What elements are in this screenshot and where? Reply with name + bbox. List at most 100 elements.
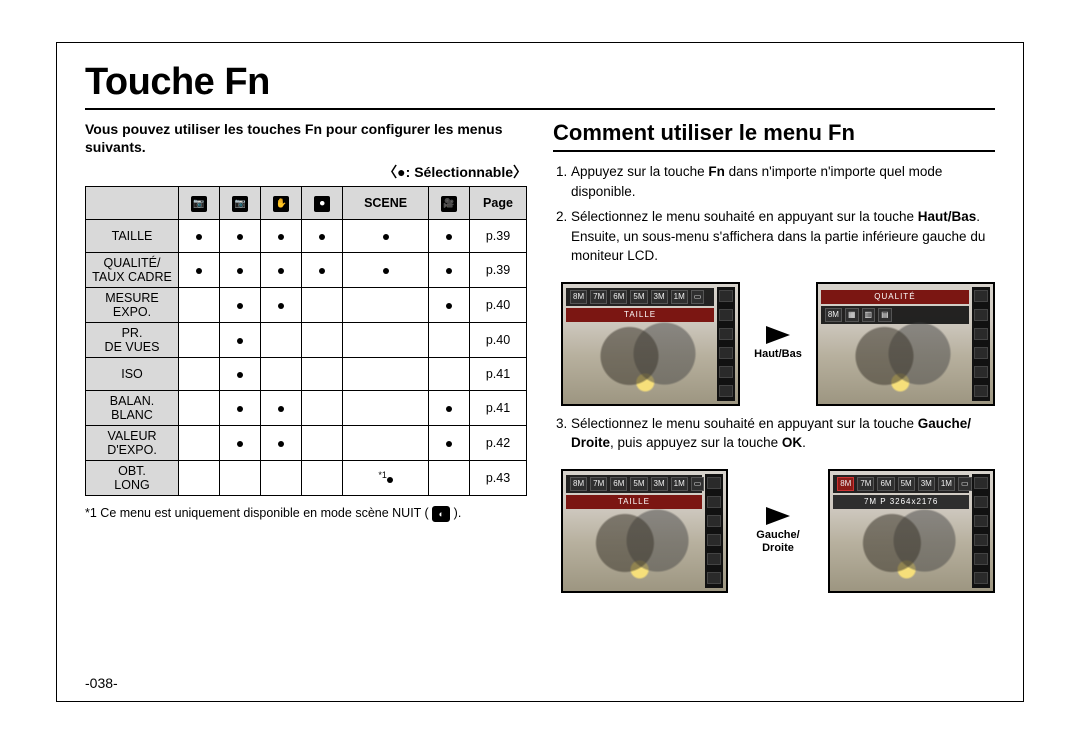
lcd-sidebar	[972, 287, 990, 401]
cell	[302, 461, 343, 496]
chip: 3M	[651, 290, 668, 304]
cell	[343, 426, 429, 461]
step-2: Sélectionnez le menu souhaité en appuyan…	[571, 207, 995, 266]
row-label: QUALITÉ/TAUX CADRE	[86, 253, 179, 288]
cell	[343, 358, 429, 391]
cell	[343, 288, 429, 323]
cell	[220, 391, 261, 426]
row-label: ISO	[86, 358, 179, 391]
cell	[428, 323, 469, 358]
table-row: BALAN.BLANCp.41	[86, 391, 527, 426]
chip: 7M	[857, 477, 874, 491]
footnote: *1 Ce menu est uniquement disponible en …	[85, 506, 527, 522]
section-heading: Comment utiliser le menu Fn	[553, 120, 995, 146]
chip-selected: 8M	[837, 477, 854, 491]
page-title: Touche Fn	[85, 61, 995, 104]
cell	[428, 253, 469, 288]
night-icon: ◐	[432, 506, 450, 522]
legend: 〈●: Sélectionnable〉	[85, 162, 527, 182]
mode-manual-icon: ✋	[273, 196, 289, 212]
cell	[179, 220, 220, 253]
cell	[261, 426, 302, 461]
chip: 8M	[825, 308, 842, 322]
arrow-label: Haut/Bas	[754, 348, 802, 361]
cell	[428, 358, 469, 391]
table-row: VALEURD'EXPO.p.42	[86, 426, 527, 461]
mode-scene-header: SCENE	[343, 187, 429, 220]
section-rule	[553, 150, 995, 152]
table-row: PR.DE VUESp.40	[86, 323, 527, 358]
cell	[179, 358, 220, 391]
lcd-preview-taille: 8M 7M 6M 5M 3M 1M ▭ TAILLE	[561, 282, 740, 406]
cell	[220, 220, 261, 253]
chip: 7M	[590, 290, 607, 304]
cell	[179, 461, 220, 496]
table-row: ISO p.41	[86, 358, 527, 391]
row-label: MESUREEXPO.	[86, 288, 179, 323]
lcd-preview-qualite: QUALITÉ 8M ▦▥▤	[816, 282, 995, 406]
lcd-sidebar	[972, 474, 990, 588]
chip: 3M	[651, 477, 668, 491]
title-rule	[85, 108, 995, 110]
lcd-sublabel: TAILLE	[566, 495, 702, 509]
cell	[220, 358, 261, 391]
page-header: Page	[470, 187, 527, 220]
step-1: Appuyez sur la touche Fn dans n'importe …	[571, 162, 995, 201]
chip: 8M	[570, 290, 587, 304]
steps-list: Appuyez sur la touche Fn dans n'importe …	[553, 162, 995, 266]
chip: ▭	[691, 290, 705, 304]
page-ref: p.41	[470, 358, 527, 391]
page-number: -038-	[85, 675, 118, 691]
chip: 6M	[610, 477, 627, 491]
left-column: Vous pouvez utiliser les touches Fn pour…	[85, 120, 527, 601]
cell	[302, 253, 343, 288]
mode-movie-icon: 🎥	[441, 196, 457, 212]
cell	[343, 220, 429, 253]
chip: 6M	[877, 477, 894, 491]
lcd-sublabel: QUALITÉ	[821, 290, 969, 304]
lcd-sublabel: TAILLE	[566, 308, 714, 322]
page-ref: p.40	[470, 323, 527, 358]
intro-text: Vous pouvez utiliser les touches Fn pour…	[85, 120, 527, 156]
arrow-right-icon	[766, 507, 790, 525]
chip: 5M	[630, 290, 647, 304]
page-ref: p.41	[470, 391, 527, 426]
lcd-info-bar: 7M P 3264x2176	[833, 495, 969, 509]
cell	[179, 253, 220, 288]
fn-table: 📷 📷 ✋ ⏺ SCENE 🎥 Page TAILLEp.39QUALITÉ/T…	[85, 186, 527, 496]
page-ref: p.40	[470, 288, 527, 323]
cell	[343, 391, 429, 426]
lcd-preview-info: 8M 7M 6M 5M 3M 1M ▭ 7M P 3264x2176	[828, 469, 995, 593]
cell	[261, 253, 302, 288]
table-row: OBT.LONG*1p.43	[86, 461, 527, 496]
table-row: TAILLEp.39	[86, 220, 527, 253]
cell	[261, 391, 302, 426]
cell: *1	[343, 461, 429, 496]
cell	[179, 323, 220, 358]
chip: ▭	[691, 477, 705, 491]
cell	[220, 323, 261, 358]
lcd-quality-bar: 8M ▦▥▤	[821, 306, 969, 324]
cell	[428, 220, 469, 253]
chip: 5M	[630, 477, 647, 491]
page-ref: p.39	[470, 253, 527, 288]
chip: 7M	[590, 477, 607, 491]
cell	[302, 426, 343, 461]
cell	[179, 288, 220, 323]
chip: 3M	[918, 477, 935, 491]
lcd-sidebar	[705, 474, 723, 588]
cell	[428, 288, 469, 323]
chip: 1M	[671, 477, 688, 491]
row-label: TAILLE	[86, 220, 179, 253]
chip: 1M	[671, 290, 688, 304]
chip: 5M	[898, 477, 915, 491]
mode-portrait-icon: ⏺	[314, 196, 330, 212]
cell	[343, 253, 429, 288]
row-label: VALEURD'EXPO.	[86, 426, 179, 461]
cell	[428, 426, 469, 461]
steps-list-2: Sélectionnez le menu souhaité en appuyan…	[553, 414, 995, 453]
chip: 8M	[570, 477, 587, 491]
right-column: Comment utiliser le menu Fn Appuyez sur …	[553, 120, 995, 601]
cell	[302, 358, 343, 391]
cell	[261, 220, 302, 253]
